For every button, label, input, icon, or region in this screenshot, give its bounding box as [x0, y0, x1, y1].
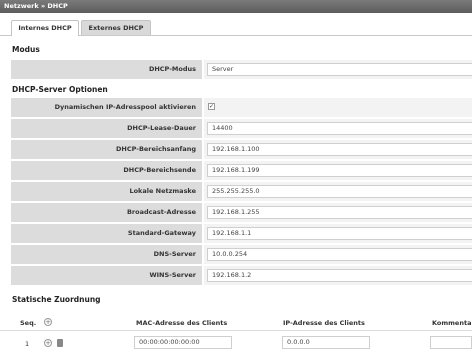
dhcp-lease-dauer-row: DHCP-Lease-Dauer 14400 — [11, 119, 472, 138]
broadcast-adresse-label: Broadcast-Adresse — [11, 203, 202, 222]
add-row-icon[interactable]: + — [44, 339, 52, 347]
ip-input[interactable]: 0.0.0.0 — [282, 336, 370, 349]
lokale-netzmaske-label: Lokale Netzmaske — [11, 182, 202, 201]
dhcp-bereichsanfang-row: DHCP-Bereichsanfang 192.168.1.100 — [11, 140, 472, 159]
pool-row: Dynamischen IP-Adresspool aktivieren ✓ — [11, 98, 472, 117]
dhcp-modus-label: DHCP-Modus — [11, 60, 202, 79]
standard-gateway-input[interactable]: 192.168.1.1 — [207, 227, 472, 240]
dhcp-lease-dauer-input[interactable]: 14400 — [207, 122, 472, 135]
dns-server-input[interactable]: 10.0.0.254 — [207, 248, 472, 261]
broadcast-adresse-input[interactable]: 192.168.1.255 — [207, 206, 472, 219]
broadcast-adresse-row: Broadcast-Adresse 192.168.1.255 — [11, 203, 472, 222]
dhcp-bereichsanfang-label: DHCP-Bereichsanfang — [11, 140, 202, 159]
dhcp-bereichsende-input[interactable]: 192.168.1.199 — [207, 164, 472, 177]
comment-input[interactable] — [430, 336, 472, 349]
modus-heading: Modus — [12, 45, 40, 54]
wins-server-input[interactable]: 192.168.1.2 — [207, 269, 472, 282]
tab-externes-dhcp[interactable]: Externes DHCP — [81, 20, 151, 35]
trash-icon[interactable] — [57, 339, 63, 347]
wins-server-row: WINS-Server 192.168.1.2 — [11, 266, 472, 285]
static-table-header: Seq. + MAC-Adresse des Clients IP-Adress… — [0, 315, 472, 331]
standard-gateway-label: Standard-Gateway — [11, 224, 202, 243]
col-mac: MAC-Adresse des Clients — [136, 319, 228, 327]
dhcp-bereichsanfang-input[interactable]: 192.168.1.100 — [207, 143, 472, 156]
lokale-netzmaske-row: Lokale Netzmaske 255.255.255.0 — [11, 182, 472, 201]
server-options-heading: DHCP-Server Optionen — [12, 85, 108, 94]
dhcp-bereichsende-label: DHCP-Bereichsende — [11, 161, 202, 180]
dhcp-modus-row: DHCP-Modus Server — [11, 60, 472, 79]
dhcp-modus-select[interactable]: Server — [207, 63, 472, 76]
add-entry-icon[interactable]: + — [44, 318, 52, 326]
pool-checkbox[interactable]: ✓ — [208, 103, 215, 110]
standard-gateway-row: Standard-Gateway 192.168.1.1 — [11, 224, 472, 243]
dns-server-label: DNS-Server — [11, 245, 202, 264]
col-comment: Kommentar — [432, 319, 472, 327]
row-seq: 1 — [25, 340, 30, 348]
lokale-netzmaske-input[interactable]: 255.255.255.0 — [207, 185, 472, 198]
col-seq: Seq. — [20, 319, 37, 327]
breadcrumb: Netzwerk » DHCP — [0, 0, 472, 13]
dhcp-bereichsende-row: DHCP-Bereichsende 192.168.1.199 — [11, 161, 472, 180]
dns-server-row: DNS-Server 10.0.0.254 — [11, 245, 472, 264]
col-ip: IP-Adresse des Clients — [283, 319, 365, 327]
dhcp-lease-dauer-label: DHCP-Lease-Dauer — [11, 119, 202, 138]
tab-internes-dhcp[interactable]: Internes DHCP — [11, 20, 79, 36]
pool-label: Dynamischen IP-Adresspool aktivieren — [11, 98, 202, 117]
wins-server-label: WINS-Server — [11, 266, 202, 285]
static-heading: Statische Zuordnung — [12, 295, 101, 304]
tab-bar: Internes DHCP Externes DHCP — [0, 17, 472, 36]
mac-input[interactable]: 00:00:00:00:00:00 — [134, 336, 232, 349]
